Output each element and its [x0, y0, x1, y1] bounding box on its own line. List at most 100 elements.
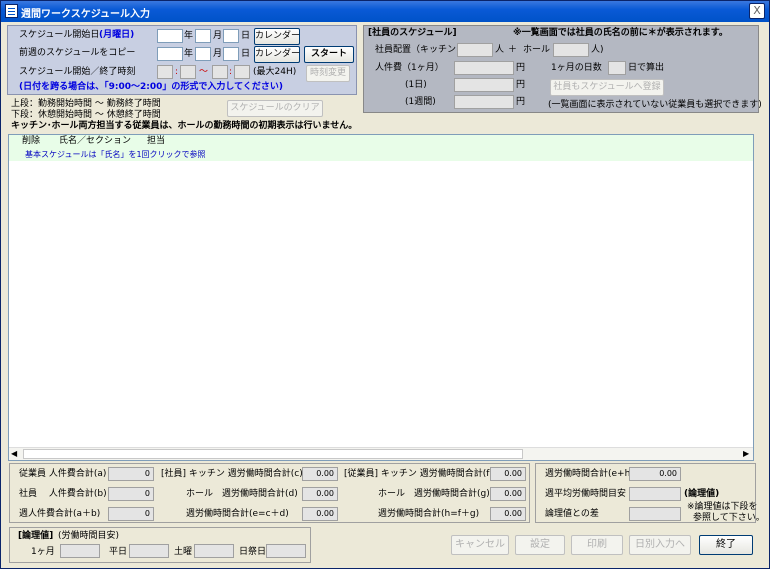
end-minute-input[interactable] — [234, 65, 250, 79]
year-unit: 年 — [184, 31, 194, 41]
kitchen-f-value: 0.00 — [490, 467, 526, 481]
kitchen-staff-count[interactable] — [457, 43, 493, 57]
theory-note-1: ※論理値は下段を — [687, 502, 758, 512]
register-note: (一覧画面に表示されていない従業員も選択できます) — [548, 100, 762, 110]
sum-h-value: 0.00 — [490, 507, 526, 521]
avg-target-label: 週平均労働時間目安 — [545, 489, 627, 499]
register-staff-button[interactable]: 社員もスケジュールへ登録 — [550, 79, 664, 96]
hall-g-label: ホール 週労働時間合計(g) — [378, 489, 490, 499]
end-hour-input[interactable] — [212, 65, 228, 79]
time-format-note: (日付を跨る場合は、「9:00〜2:00」の形式で入力してください) — [19, 82, 283, 92]
avg-target-value — [629, 487, 681, 501]
time-tilde: 〜 — [199, 67, 209, 77]
month-days-suffix: 日で算出 — [628, 63, 665, 73]
schedule-grid[interactable]: 削除 氏名／セクション 担当 基本スケジュールは「氏名」を1回クリックで参照 ◀… — [8, 134, 754, 461]
start-button[interactable]: スタート — [304, 46, 354, 63]
hall-staff-count[interactable] — [553, 43, 589, 57]
clear-schedule-button[interactable]: スケジュールのクリア — [227, 100, 323, 117]
kitchen-c-value: 0.00 — [302, 467, 338, 481]
col-delete[interactable]: 削除 — [22, 136, 40, 147]
hall-unit: 人) — [591, 45, 604, 55]
time-change-button[interactable]: 時刻変更 — [306, 65, 350, 82]
copy-day-input[interactable] — [223, 47, 239, 61]
scroll-right-icon[interactable]: ▶ — [743, 448, 749, 459]
window-title: 週間ワークスケジュール入力 — [21, 9, 150, 20]
col-role[interactable]: 担当 — [147, 136, 165, 147]
theory-saturday-value — [194, 544, 234, 558]
staff-cost-b-label: 社員 人件費合計(b) — [19, 489, 107, 499]
start-date-label: スケジュール開始日 — [19, 30, 100, 40]
labor-cost-day[interactable] — [454, 78, 514, 92]
legend-line-2: 下段：休憩開始時間 〜 休憩終了時間 — [11, 110, 161, 120]
grid-header: 削除 氏名／セクション 担当 — [9, 135, 753, 148]
sum-e-value: 0.00 — [302, 507, 338, 521]
max24-label: (最大24H) — [253, 67, 297, 77]
sum-e-label: 週労働時間合計(e=c＋d) — [186, 509, 289, 519]
yen-unit-2: 円 — [516, 80, 526, 90]
cancel-button[interactable]: キャンセル — [451, 535, 509, 555]
hall-label: ホール — [523, 45, 551, 55]
calendar-button-1[interactable]: カレンダー — [254, 28, 300, 45]
app-icon — [5, 4, 18, 18]
total-eh-value: 0.00 — [629, 467, 681, 481]
theory-weekday-value — [129, 544, 169, 558]
total-eh-label: 週労働時間合計(e+h) — [545, 469, 634, 479]
scroll-thumb[interactable] — [23, 449, 523, 459]
year-unit-2: 年 — [184, 49, 194, 59]
start-month-input[interactable] — [195, 29, 211, 43]
start-date-hint: (月曜日) — [99, 30, 135, 40]
col-name[interactable]: 氏名／セクション — [59, 136, 131, 147]
legend-line-1: 上段：勤務開始時間 〜 勤務終了時間 — [11, 99, 161, 109]
kitchen-unit: 人 — [495, 45, 505, 55]
start-year-input[interactable] — [157, 29, 183, 43]
kitchen-f-label: [従業員] キッチン 週労働時間合計(f) — [344, 469, 493, 479]
staff-cost-b-value: 0 — [108, 487, 154, 501]
month-unit: 月 — [213, 31, 223, 41]
start-minute-input[interactable] — [180, 65, 196, 79]
theory-label: (論理値) — [684, 489, 720, 499]
labor-cost-week[interactable] — [454, 95, 514, 109]
theory-month-label: 1ヶ月 — [31, 547, 55, 557]
copy-year-input[interactable] — [157, 47, 183, 61]
staff-notice: ※一覧画面では社員の氏名の前に＊が表示されます。 — [513, 28, 728, 38]
month-days-label: 1ヶ月の日数 — [551, 63, 602, 73]
theory-saturday-label: 土曜 — [174, 547, 193, 557]
calendar-button-2[interactable]: カレンダー — [254, 46, 300, 63]
month-days-input[interactable] — [608, 61, 626, 75]
exit-button[interactable]: 終了 — [699, 535, 753, 555]
close-button[interactable]: X — [749, 3, 765, 19]
week-cost-label: 週人件費合計(a＋b) — [19, 509, 101, 519]
start-hour-input[interactable] — [157, 65, 173, 79]
emp-cost-a-label: 従業員 人件費合計(a) — [19, 469, 107, 479]
time-colon-2: : — [229, 67, 233, 77]
scroll-left-icon[interactable]: ◀ — [11, 448, 17, 459]
theory-box-header: [論理値] — [18, 531, 54, 541]
hall-d-value: 0.00 — [302, 487, 338, 501]
title-bar: 週間ワークスケジュール入力 X — [1, 1, 769, 22]
copy-prev-label: 前週のスケジュールをコピー — [19, 48, 136, 58]
settings-button[interactable]: 設定 — [515, 535, 565, 555]
theory-holiday-value — [266, 544, 306, 558]
hall-d-label: ホール 週労働時間合計(d) — [186, 489, 298, 499]
theory-month-value — [60, 544, 100, 558]
warning-text: キッチン･ホール両方担当する従業員は、ホールの勤務時間の初期表示は行いません。 — [11, 121, 358, 131]
copy-month-input[interactable] — [195, 47, 211, 61]
time-colon-1: : — [175, 67, 179, 77]
theory-weekday-label: 平日 — [109, 547, 128, 557]
app-window: 週間ワークスケジュール入力 X スケジュール開始日 (月曜日) 年 月 日 カレ… — [0, 0, 770, 569]
grid-hint-row: 基本スケジュールは「氏名」を1回クリックで参照 — [9, 148, 753, 161]
grid-hint: 基本スケジュールは「氏名」を1回クリックで参照 — [25, 150, 206, 159]
print-button[interactable]: 印刷 — [571, 535, 623, 555]
hall-g-value: 0.00 — [490, 487, 526, 501]
labor-cost-week-label: (1週間) — [405, 97, 436, 107]
plus-sign: ＋ — [508, 45, 518, 55]
theory-box-subtitle: (労働時間目安) — [58, 531, 120, 541]
staff-schedule-header: [社員のスケジュール] — [368, 28, 457, 38]
start-day-input[interactable] — [223, 29, 239, 43]
labor-cost-month[interactable] — [454, 61, 514, 75]
diff-value — [629, 507, 681, 521]
emp-cost-a-value: 0 — [108, 467, 154, 481]
horizontal-scrollbar[interactable]: ◀ ▶ — [9, 447, 753, 460]
labor-cost-month-label: 人件費（1ヶ月） — [375, 63, 444, 73]
daily-input-button[interactable]: 日別入力へ — [629, 535, 691, 555]
